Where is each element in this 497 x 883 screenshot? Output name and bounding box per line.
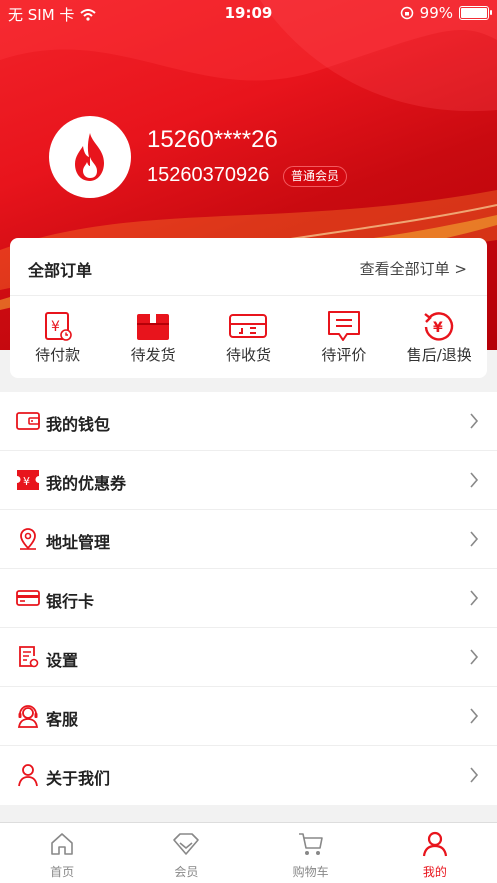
location-icon [20, 528, 36, 550]
chevron-right-icon [470, 767, 479, 783]
wallet-icon [16, 412, 40, 430]
diamond-icon [173, 833, 200, 855]
home-icon [51, 833, 73, 855]
tab-home[interactable]: 首页 [0, 823, 124, 883]
order-status-label: 待发货 [130, 346, 176, 364]
svg-text:¥: ¥ [23, 475, 30, 488]
review-icon [327, 311, 360, 341]
menu-item-address[interactable]: 地址管理 [0, 510, 497, 569]
chevron-right-icon [470, 708, 479, 724]
chevron-right-icon [470, 413, 479, 429]
menu-item-bank-card[interactable]: 银行卡 [0, 569, 497, 628]
menu-item-wallet[interactable]: 我的钱包 [0, 392, 497, 451]
order-pending-payment[interactable]: ¥ 待付款 [13, 310, 103, 365]
delivery-icon [229, 314, 268, 338]
order-pending-receipt[interactable]: 待收货 [203, 310, 293, 365]
user-nickname: 15260****26 [147, 126, 278, 153]
payment-icon: ¥ [44, 312, 72, 341]
order-status-row: ¥ 待付款 待发货 待收货 待评价 ¥ 售后/退换 [10, 296, 487, 365]
menu-item-label: 客服 [46, 710, 79, 729]
menu-item-label: 我的优惠券 [46, 474, 127, 493]
chevron-right-icon [470, 472, 479, 488]
cart-icon [298, 833, 323, 855]
battery-percent: 99% [419, 4, 453, 22]
avatar[interactable] [49, 116, 131, 198]
tab-mine[interactable]: 我的 [373, 823, 497, 883]
order-status-label: 待收货 [225, 346, 271, 364]
flame-icon [75, 133, 104, 181]
bottom-tab-bar: 首页 会员 购物车 我的 [0, 822, 497, 883]
orientation-lock-icon [400, 6, 413, 20]
order-status-label: 售后/退换 [406, 346, 472, 364]
customer-service-icon [17, 705, 39, 728]
svg-text:¥: ¥ [51, 319, 60, 335]
user-icon [422, 831, 447, 857]
settings-icon [19, 646, 39, 668]
menu-item-customer-service[interactable]: 客服 [0, 687, 497, 746]
package-icon [137, 314, 170, 340]
bank-card-icon [16, 590, 40, 606]
order-pending-review[interactable]: 待评价 [299, 310, 389, 365]
menu-item-about[interactable]: 关于我们 [0, 746, 497, 805]
refund-icon: ¥ [424, 312, 454, 341]
about-icon [18, 764, 38, 787]
tab-label: 购物车 [292, 865, 329, 879]
orders-header: 全部订单 查看全部订单 > [10, 238, 487, 296]
status-bar: 无 SIM 卡 19:09 99% [0, 0, 497, 26]
coupon-icon: ¥ [17, 470, 39, 490]
menu-item-label: 地址管理 [46, 533, 111, 552]
orders-title: 全部订单 [28, 261, 93, 280]
view-all-orders-link[interactable]: 查看全部订单 > [360, 258, 467, 279]
tab-cart[interactable]: 购物车 [249, 823, 373, 883]
order-after-sales[interactable]: ¥ 售后/退换 [394, 310, 484, 365]
chevron-right-icon [470, 649, 479, 665]
battery-icon [459, 6, 492, 20]
svg-text:¥: ¥ [433, 320, 443, 336]
tab-label: 会员 [174, 865, 199, 879]
settings-menu: 我的钱包 ¥ 我的优惠券 地址管理 银行卡 设置 客服 关于我们 [0, 392, 497, 805]
menu-item-label: 关于我们 [46, 769, 111, 788]
menu-item-label: 设置 [46, 651, 79, 670]
battery-info: 99% [400, 4, 492, 22]
tab-label: 我的 [422, 865, 447, 879]
menu-item-settings[interactable]: 设置 [0, 628, 497, 687]
menu-item-label: 银行卡 [46, 592, 95, 611]
order-pending-shipment[interactable]: 待发货 [108, 310, 198, 365]
member-level-badge: 普通会员 [283, 166, 348, 187]
menu-item-label: 我的钱包 [46, 415, 111, 434]
orders-card: 全部订单 查看全部订单 > ¥ 待付款 待发货 待收货 待评价 ¥ 售后/退换 [10, 238, 487, 378]
chevron-right-icon [470, 590, 479, 606]
user-phone: 15260370926 [147, 164, 270, 186]
order-status-label: 待评价 [321, 346, 367, 364]
tab-label: 首页 [50, 865, 75, 879]
tab-member[interactable]: 会员 [124, 823, 248, 883]
chevron-right-icon [470, 531, 479, 547]
menu-item-coupons[interactable]: ¥ 我的优惠券 [0, 451, 497, 510]
order-status-label: 待付款 [35, 346, 81, 364]
